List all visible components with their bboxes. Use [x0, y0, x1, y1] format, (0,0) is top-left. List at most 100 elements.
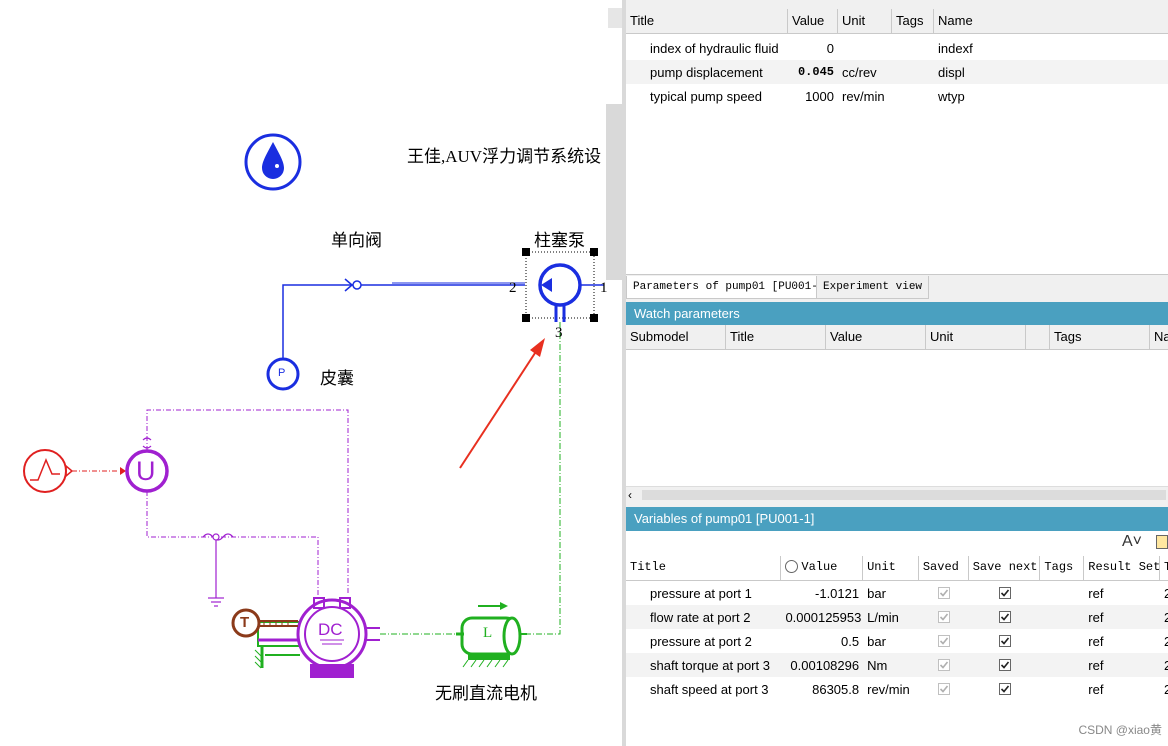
header-title[interactable]: Title — [626, 9, 788, 33]
pump-port-3-label: 3 — [555, 325, 563, 341]
table-row[interactable]: pressure at port 1 -1.0121 bar ref 2 — [626, 581, 1168, 605]
var-header-tags[interactable]: Tags — [1040, 556, 1085, 580]
tab-experiment-view[interactable]: Experiment view — [816, 276, 930, 299]
var-t: 2 — [1163, 657, 1168, 673]
voltage-letter: U — [136, 456, 156, 486]
saved-checkbox — [919, 635, 969, 647]
var-header-unit[interactable]: Unit — [863, 556, 919, 580]
var-t: 2 — [1163, 633, 1168, 649]
param-value[interactable]: 0 — [788, 41, 838, 56]
save-next-checkbox[interactable] — [969, 659, 1041, 671]
table-row[interactable]: flow rate at port 2 0.000125953 L/min ref 2 — [626, 605, 1168, 629]
table-row[interactable]: typical pump speed 1000 rev/min wtyp — [626, 84, 1168, 108]
signal-source-icon[interactable] — [23, 449, 74, 493]
table-row[interactable]: pressure at port 2 0.5 bar ref 2 — [626, 629, 1168, 653]
var-t: 2 — [1163, 681, 1168, 697]
saved-checkbox — [919, 611, 969, 623]
watch-header-name[interactable]: Na — [1150, 325, 1168, 349]
pressure-letter: P — [278, 367, 286, 379]
tab-parameters[interactable]: Parameters of pump01 [PU001-1] — [626, 276, 839, 299]
watch-header-value[interactable]: Value — [826, 325, 926, 349]
save-next-checkbox[interactable] — [969, 683, 1041, 695]
watch-header-submodel[interactable]: Submodel — [626, 325, 726, 349]
table-row[interactable]: index of hydraulic fluid 0 indexf — [626, 36, 1168, 60]
param-value[interactable]: 1000 — [788, 89, 838, 104]
save-next-checkbox[interactable] — [969, 587, 1041, 599]
save-next-checkbox-box[interactable] — [998, 683, 1011, 695]
mechanical-link[interactable] — [520, 322, 561, 635]
ground-icon[interactable] — [208, 533, 224, 607]
annotation-arrow — [459, 338, 545, 469]
var-header-t[interactable]: T — [1160, 556, 1168, 580]
save-next-checkbox[interactable] — [969, 611, 1041, 623]
header-tags[interactable]: Tags — [892, 9, 934, 33]
var-value: 0.00108296 — [790, 657, 860, 673]
saved-checkbox — [919, 587, 969, 599]
variables-header: Title Value Unit Saved Save next Tags Re… — [626, 556, 1168, 581]
parameters-table: Title Value Unit Tags Name index of hydr… — [626, 0, 1168, 274]
sketch-diagram — [23, 133, 604, 678]
var-title: shaft speed at port 3 — [650, 681, 769, 697]
header-name[interactable]: Name — [934, 9, 1168, 33]
canvas-scrollbar[interactable] — [606, 104, 622, 280]
var-unit: rev/min — [867, 681, 910, 697]
save-next-checkbox[interactable] — [969, 635, 1041, 647]
fluid-drop-icon[interactable] — [244, 133, 302, 191]
watch-header-title[interactable]: Title — [726, 325, 826, 349]
header-value[interactable]: Value — [788, 9, 838, 33]
param-unit: cc/rev — [842, 64, 877, 80]
scroll-left-icon[interactable]: ‹ — [628, 487, 632, 503]
variables-toolbar: A˅ — [626, 531, 1168, 556]
sketch-canvas[interactable]: 王佳,AUV浮力调节系统设 单向阀 柱塞泵 皮囊 无刷直流电机 1 2 3 P … — [0, 0, 622, 746]
table-row[interactable]: shaft speed at port 3 86305.8 rev/min ref 2 — [626, 677, 1168, 701]
save-next-checkbox-box[interactable] — [998, 587, 1011, 599]
table-row[interactable]: shaft torque at port 3 0.00108296 Nm ref 2 — [626, 653, 1168, 677]
saved-checkbox-box — [937, 659, 950, 671]
var-header-saved[interactable]: Saved — [919, 556, 969, 580]
var-value: 0.000125953 — [785, 609, 862, 625]
saved-checkbox-box — [937, 611, 950, 623]
watch-header-blank[interactable] — [1026, 325, 1050, 349]
watch-list-area — [626, 350, 1168, 486]
variables-title: Variables of pump01 [PU001-1] — [626, 507, 1168, 531]
var-title: pressure at port 2 — [650, 633, 752, 649]
font-icon[interactable]: A˅ — [1122, 533, 1142, 551]
watch-header-tags[interactable]: Tags — [1050, 325, 1150, 349]
var-header-save-next[interactable]: Save next — [969, 556, 1041, 580]
var-value: 86305.8 — [812, 681, 860, 697]
param-name: wtyp — [938, 88, 965, 104]
param-name: displ — [938, 64, 965, 80]
pump-icon[interactable] — [522, 248, 604, 322]
var-header-value[interactable]: Value — [781, 556, 864, 580]
saved-checkbox-box — [937, 587, 950, 599]
var-unit: L/min — [867, 609, 899, 625]
watch-hscrollbar[interactable]: ‹ — [626, 486, 1168, 503]
project-title-label: 王佳,AUV浮力调节系统设 — [407, 147, 602, 166]
right-panels: Title Value Unit Tags Name index of hydr… — [626, 0, 1168, 746]
watch-scroll-thumb[interactable] — [642, 490, 1166, 500]
var-header-title[interactable]: Title — [626, 556, 782, 580]
param-value[interactable]: 0.045 — [788, 65, 838, 79]
hydraulic-pipe[interactable] — [282, 282, 525, 358]
var-unit: Nm — [867, 657, 888, 673]
saved-checkbox-box — [937, 683, 950, 695]
saved-checkbox — [919, 659, 969, 671]
export-icon[interactable] — [1156, 535, 1168, 549]
table-row[interactable]: pump displacement 0.045 cc/rev displ — [626, 60, 1168, 84]
pump-port-2-label: 2 — [509, 280, 517, 296]
pump-port-1-label: 1 — [600, 280, 608, 296]
temp-letter: T — [240, 614, 250, 631]
header-unit[interactable]: Unit — [838, 9, 892, 33]
var-header-result-set[interactable]: Result Set — [1084, 556, 1160, 580]
electric-wires[interactable] — [146, 409, 349, 600]
var-value: 0.5 — [841, 633, 860, 649]
save-next-checkbox-box[interactable] — [998, 635, 1011, 647]
param-title: index of hydraulic fluid — [650, 40, 779, 56]
param-name: indexf — [938, 40, 973, 56]
save-next-checkbox-box[interactable] — [998, 611, 1011, 623]
watch-header-unit[interactable]: Unit — [926, 325, 1026, 349]
bladder-label: 皮囊 — [320, 369, 354, 388]
save-next-checkbox-box[interactable] — [998, 659, 1011, 671]
param-title: pump displacement — [650, 64, 763, 80]
watermark: CSDN @xiao黄 — [1078, 723, 1162, 737]
